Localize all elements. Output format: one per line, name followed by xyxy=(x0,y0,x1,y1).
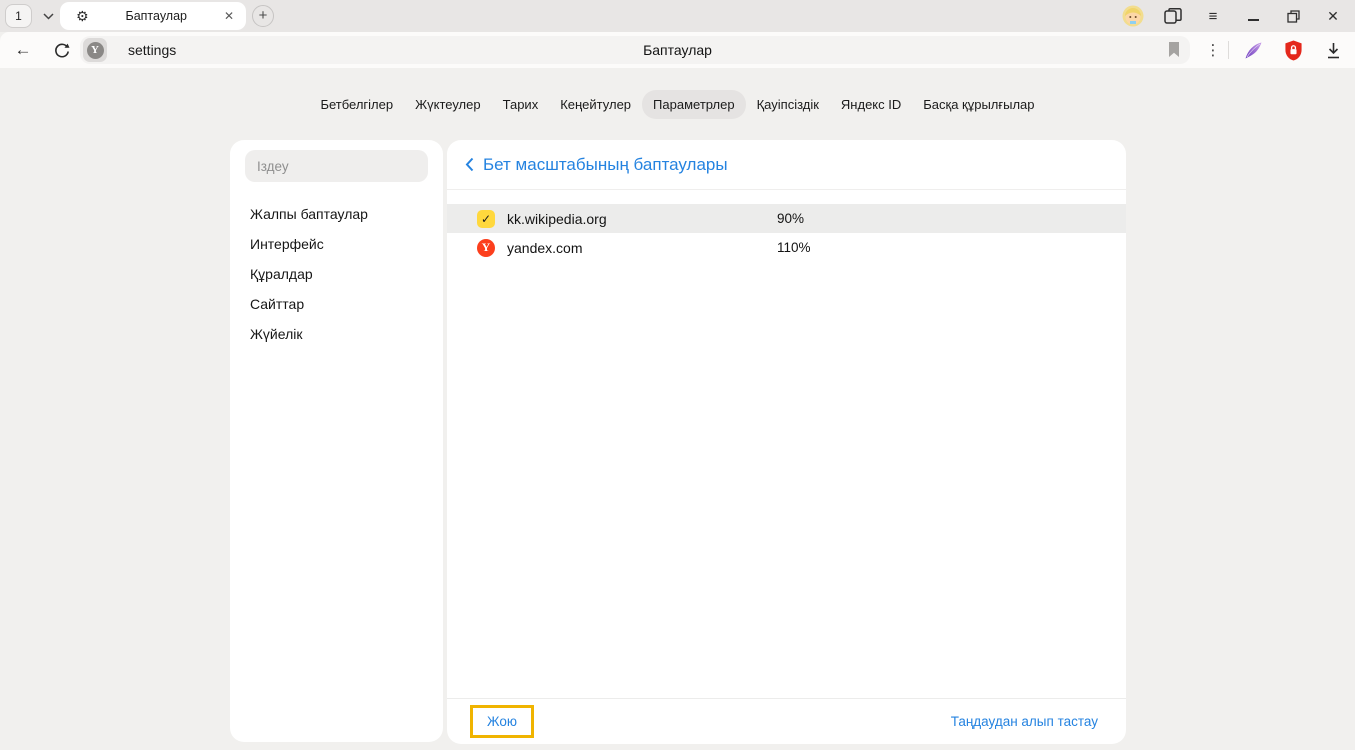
minimize-icon xyxy=(1248,19,1259,21)
browser-menu-button[interactable]: ≡ xyxy=(1197,0,1229,32)
panel-title: Бет масштабының баптаулары xyxy=(483,155,728,175)
download-icon xyxy=(1326,42,1341,59)
tab-other-devices[interactable]: Басқа құрылғылар xyxy=(912,90,1045,119)
site-zoom-list: ✓ kk.wikipedia.org 90% Y yandex.com 110% xyxy=(447,204,1126,262)
toolbar-divider xyxy=(1228,41,1229,59)
restore-window-button[interactable] xyxy=(1277,0,1309,32)
site-badge[interactable]: Y xyxy=(83,38,107,62)
tab-title: Баптаулар xyxy=(89,9,224,23)
panel-header: Бет масштабының баптаулары xyxy=(447,140,1126,190)
settings-sidebar: Жалпы баптаулар Интерфейс Құралдар Сайтт… xyxy=(230,140,443,742)
site-name: yandex.com xyxy=(507,240,582,256)
back-icon: ← xyxy=(15,40,32,60)
chevron-left-icon xyxy=(465,157,474,172)
table-row[interactable]: ✓ kk.wikipedia.org 90% xyxy=(447,204,1126,233)
feather-icon xyxy=(1244,41,1263,60)
tab-downloads[interactable]: Жүктеулер xyxy=(404,90,492,119)
protect-button[interactable] xyxy=(1276,32,1310,68)
plugin-feather-button[interactable] xyxy=(1236,32,1270,68)
tab-strip: 1 ⚙ Баптаулар ✕ + xyxy=(0,0,1355,32)
downloads-button[interactable] xyxy=(1316,32,1350,68)
delete-button[interactable]: Жою xyxy=(470,705,534,738)
settings-nav: Бетбелгілер Жүктеулер Тарих Кеңейтулер П… xyxy=(0,90,1355,119)
tab-bookmarks[interactable]: Бетбелгілер xyxy=(309,90,404,119)
new-tab-button[interactable]: + xyxy=(252,5,274,27)
tab-yandex-id[interactable]: Яндекс ID xyxy=(830,90,912,119)
zoom-value: 110% xyxy=(777,240,811,255)
tab-extensions[interactable]: Кеңейтулер xyxy=(549,90,642,119)
gear-icon: ⚙ xyxy=(76,9,89,23)
tab-counter-button[interactable]: 1 xyxy=(5,4,32,28)
close-icon: ✕ xyxy=(1327,8,1339,25)
kebab-menu-icon: ⋮ xyxy=(1206,41,1221,59)
yandex-site-icon: Y xyxy=(87,42,104,59)
address-bar[interactable]: Y settings xyxy=(80,36,1190,64)
yandex-favicon: Y xyxy=(477,239,495,257)
settings-search-box[interactable] xyxy=(245,150,428,182)
side-panels-button[interactable] xyxy=(1157,0,1189,32)
sidebar-item-system[interactable]: Жүйелік xyxy=(230,319,443,349)
back-button[interactable]: ← xyxy=(6,32,40,68)
zoom-settings-panel: Бет масштабының баптаулары ✓ kk.wikipedi… xyxy=(447,140,1126,744)
restore-icon xyxy=(1287,10,1300,23)
close-window-button[interactable]: ✕ xyxy=(1317,0,1349,32)
bookmark-button[interactable] xyxy=(1168,42,1180,63)
browser-window: 1 ⚙ Баптаулар ✕ + xyxy=(0,0,1355,750)
check-icon: ✓ xyxy=(481,212,491,226)
site-name: kk.wikipedia.org xyxy=(507,211,607,227)
reload-icon xyxy=(54,42,70,58)
sidebar-item-interface[interactable]: Интерфейс xyxy=(230,229,443,259)
table-row[interactable]: Y yandex.com 110% xyxy=(447,233,1126,262)
browser-toolbar: ← Y settings Баптаулар ⋮ xyxy=(0,32,1355,68)
panel-footer: Жою Таңдаудан алып тастау xyxy=(447,698,1126,744)
sidebar-list: Жалпы баптаулар Интерфейс Құралдар Сайтт… xyxy=(230,199,443,349)
avatar-icon xyxy=(1122,5,1144,27)
profile-avatar[interactable] xyxy=(1117,0,1149,32)
hamburger-icon: ≡ xyxy=(1209,8,1218,25)
deselect-all-link[interactable]: Таңдаудан алып тастау xyxy=(951,714,1098,729)
address-text[interactable]: settings xyxy=(128,36,176,64)
chevron-down-icon xyxy=(43,13,54,20)
search-input[interactable] xyxy=(245,159,428,174)
sidebar-item-sites[interactable]: Сайттар xyxy=(230,289,443,319)
shield-lock-icon xyxy=(1284,40,1303,61)
tab-close-icon[interactable]: ✕ xyxy=(224,9,234,23)
browser-tab[interactable]: ⚙ Баптаулар ✕ xyxy=(60,2,246,30)
zoom-value: 90% xyxy=(777,211,804,226)
sidebar-item-tools[interactable]: Құралдар xyxy=(230,259,443,289)
tab-list-dropdown-button[interactable] xyxy=(37,4,59,28)
panels-icon xyxy=(1164,8,1182,24)
panel-back-button[interactable] xyxy=(465,157,474,172)
reload-button[interactable] xyxy=(45,32,79,68)
minimize-button[interactable] xyxy=(1237,0,1269,32)
tab-history[interactable]: Тарих xyxy=(492,90,550,119)
tab-security[interactable]: Қауіпсіздік xyxy=(746,90,830,119)
row-checkbox-checked[interactable]: ✓ xyxy=(477,210,495,228)
sidebar-item-general[interactable]: Жалпы баптаулар xyxy=(230,199,443,229)
tab-settings[interactable]: Параметрлер xyxy=(642,90,746,119)
address-more-button[interactable]: ⋮ xyxy=(1196,32,1230,68)
bookmark-icon xyxy=(1168,42,1180,58)
empty-area xyxy=(447,262,1126,698)
